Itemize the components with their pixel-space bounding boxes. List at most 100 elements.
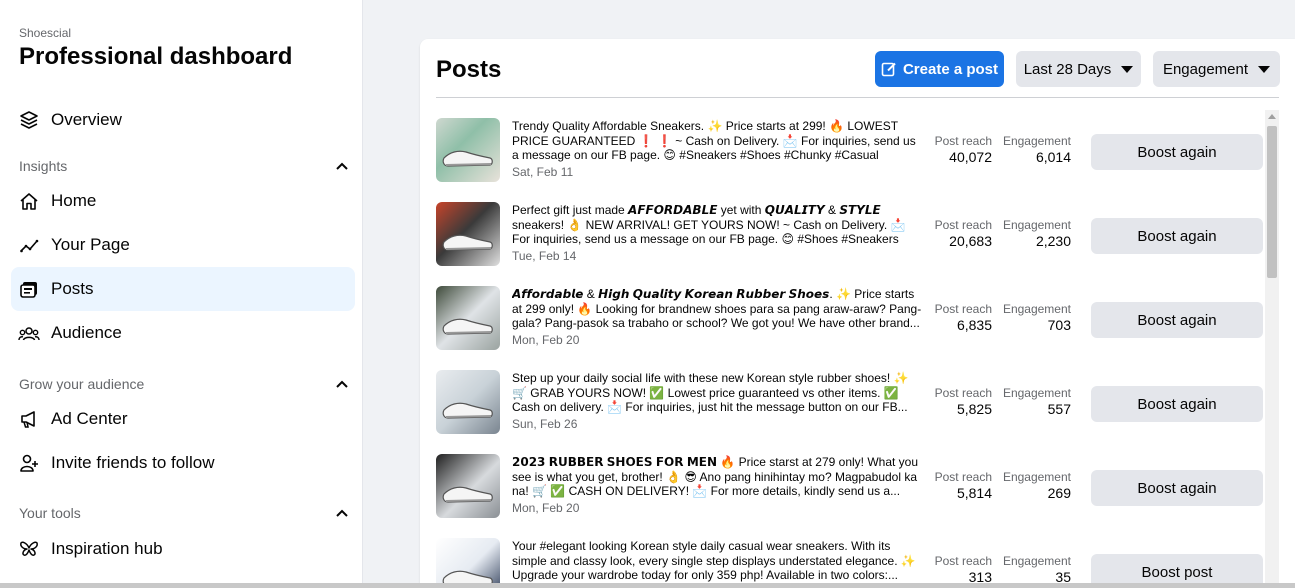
post-row[interactable]: Perfect gift just made 𝘼𝙁𝙁𝙊𝙍𝘿𝘼𝘽𝙇𝙀 yet wi… xyxy=(436,194,1264,278)
post-text[interactable]: 𝘼𝙛𝙛𝙤𝙧𝙙𝙖𝙗𝙡𝙚 & 𝙃𝙞𝙜𝙝 𝙌𝙪𝙖𝙡𝙞𝙩𝙮 𝙆𝙤𝙧𝙚𝙖𝙣 𝙍𝙪𝙗𝙗𝙚𝙧 … xyxy=(512,287,924,331)
post-reach-label: Post reach xyxy=(934,386,992,400)
engagement-label: Engagement xyxy=(1002,386,1071,400)
post-date: Tue, Feb 14 xyxy=(512,249,577,263)
date-range-label: Last 28 Days xyxy=(1023,60,1112,78)
engagement-value: 6,014 xyxy=(1035,149,1071,165)
post-thumbnail[interactable] xyxy=(436,202,500,266)
post-text[interactable]: Trendy Quality Affordable Sneakers. ✨ Pr… xyxy=(512,119,924,163)
sidebar-item-label: Inspiration hub xyxy=(51,539,163,558)
post-text[interactable]: Step up your daily social life with thes… xyxy=(512,371,924,415)
people-icon xyxy=(18,322,40,344)
boost-button[interactable]: Boost again xyxy=(1091,218,1263,254)
engagement-label: Engagement xyxy=(1002,218,1071,232)
shoe-image xyxy=(442,486,493,503)
sidebar-item-home[interactable]: Home xyxy=(11,179,355,223)
sidebar-item-overview[interactable]: Overview xyxy=(11,98,355,142)
trend-chart-icon xyxy=(18,234,40,256)
section-grow-audience: Grow your audience xyxy=(19,376,349,392)
section-label: Your tools xyxy=(19,505,81,521)
shoe-image xyxy=(442,570,493,587)
sidebar-item-posts[interactable]: Posts xyxy=(11,267,355,311)
scroll-up-arrow-icon[interactable] xyxy=(1268,114,1276,119)
post-reach: Post reach 313 xyxy=(935,554,992,585)
post-thumbnail[interactable] xyxy=(436,454,500,518)
megaphone-icon xyxy=(18,408,40,430)
boost-button[interactable]: Boost again xyxy=(1091,470,1263,506)
post-row[interactable]: Your #elegant looking Korean style daily… xyxy=(436,530,1264,588)
post-row[interactable]: 𝟮𝟬𝟮𝟯 𝗥𝗨𝗕𝗕𝗘𝗥 𝗦𝗛𝗢𝗘𝗦 𝗙𝗢𝗥 𝗠𝗘𝗡 🔥 Price starst… xyxy=(436,446,1264,530)
post-text[interactable]: 𝟮𝟬𝟮𝟯 𝗥𝗨𝗕𝗕𝗘𝗥 𝗦𝗛𝗢𝗘𝗦 𝗙𝗢𝗥 𝗠𝗘𝗡 🔥 Price starst… xyxy=(512,455,924,499)
post-reach-label: Post reach xyxy=(934,134,992,148)
post-row[interactable]: 𝘼𝙛𝙛𝙤𝙧𝙙𝙖𝙗𝙡𝙚 & 𝙃𝙞𝙜𝙝 𝙌𝙪𝙖𝙡𝙞𝙩𝙮 𝙆𝙤𝙧𝙚𝙖𝙣 𝙍𝙪𝙗𝙗𝙚𝙧 … xyxy=(436,278,1264,362)
post-reach-value: 6,835 xyxy=(956,317,992,333)
post-date: Sun, Feb 26 xyxy=(512,417,578,431)
sidebar-item-label: Home xyxy=(51,191,97,210)
boost-button[interactable]: Boost again xyxy=(1091,134,1263,170)
section-your-tools: Your tools xyxy=(19,505,349,521)
boost-button[interactable]: Boost again xyxy=(1091,302,1263,338)
create-post-label: Create a post xyxy=(902,60,999,78)
create-post-button[interactable]: Create a post xyxy=(875,51,1004,87)
sidebar-item-invite-friends[interactable]: Invite friends to follow xyxy=(11,441,355,485)
sidebar-item-label: Overview xyxy=(51,110,122,129)
page-title: Posts xyxy=(436,56,502,83)
engagement-value: 703 xyxy=(1047,317,1071,333)
sidebar-item-label: Ad Center xyxy=(51,409,128,428)
chevron-up-icon[interactable] xyxy=(335,159,349,173)
engagement-value: 2,230 xyxy=(1035,233,1071,249)
engagement-label: Engagement xyxy=(1002,302,1071,316)
divider xyxy=(436,97,1279,98)
post-reach: Post reach 40,072 xyxy=(935,134,992,165)
page-name: Shoescial xyxy=(19,26,72,40)
post-engagement: Engagement 269 xyxy=(1003,470,1071,501)
boost-button[interactable]: Boost again xyxy=(1091,386,1263,422)
post-reach-value: 5,825 xyxy=(956,401,992,417)
shoe-image xyxy=(442,402,493,419)
post-engagement: Engagement 703 xyxy=(1003,302,1071,333)
post-date: Mon, Feb 20 xyxy=(512,333,580,347)
engagement-label: Engagement xyxy=(1002,134,1071,148)
edit-icon xyxy=(881,61,897,77)
post-row[interactable]: Step up your daily social life with thes… xyxy=(436,362,1264,446)
post-text[interactable]: Perfect gift just made 𝘼𝙁𝙁𝙊𝙍𝘿𝘼𝘽𝙇𝙀 yet wi… xyxy=(512,203,924,247)
post-reach: Post reach 20,683 xyxy=(935,218,992,249)
caret-down-icon xyxy=(1121,65,1134,73)
chevron-up-icon[interactable] xyxy=(335,506,349,520)
post-engagement: Engagement 557 xyxy=(1003,386,1071,417)
post-reach-value: 20,683 xyxy=(949,233,992,249)
post-thumbnail[interactable] xyxy=(436,118,500,182)
section-label: Insights xyxy=(19,158,68,174)
post-thumbnail[interactable] xyxy=(436,370,500,434)
section-insights: Insights xyxy=(19,158,349,174)
post-thumbnail[interactable] xyxy=(436,286,500,350)
post-reach-label: Post reach xyxy=(934,554,992,568)
sidebar-item-inspiration-hub[interactable]: Inspiration hub xyxy=(11,527,355,571)
scrollbar[interactable] xyxy=(1265,110,1279,588)
post-reach-label: Post reach xyxy=(934,470,992,484)
engagement-value: 557 xyxy=(1047,401,1071,417)
post-text[interactable]: Your #elegant looking Korean style daily… xyxy=(512,539,924,583)
scrollbar-thumb[interactable] xyxy=(1267,126,1277,278)
date-range-dropdown[interactable]: Last 28 Days xyxy=(1016,51,1141,87)
sidebar-item-your-page[interactable]: Your Page xyxy=(11,223,355,267)
horizontal-scrollbar[interactable] xyxy=(0,583,1295,588)
engagement-value: 269 xyxy=(1047,485,1071,501)
post-thumbnail[interactable] xyxy=(436,538,500,588)
sidebar-item-ad-center[interactable]: Ad Center xyxy=(11,397,355,441)
chevron-up-icon[interactable] xyxy=(335,377,349,391)
posts-icon xyxy=(18,278,40,300)
posts-card: Posts Create a post Last 28 Days Engagem… xyxy=(420,39,1295,588)
sort-label: Engagement xyxy=(1162,60,1249,78)
sort-dropdown[interactable]: Engagement xyxy=(1153,51,1280,87)
shoe-image xyxy=(442,234,493,251)
post-engagement: Engagement 35 xyxy=(1003,554,1071,585)
sidebar-item-label: Invite friends to follow xyxy=(51,453,215,472)
post-reach-value: 5,814 xyxy=(956,485,992,501)
post-engagement: Engagement 2,230 xyxy=(1003,218,1071,249)
post-reach: Post reach 5,814 xyxy=(935,470,992,501)
add-person-icon xyxy=(18,452,40,474)
post-date: Sat, Feb 11 xyxy=(512,165,574,179)
post-row[interactable]: Trendy Quality Affordable Sneakers. ✨ Pr… xyxy=(436,110,1264,194)
sidebar-item-label: Your Page xyxy=(51,235,130,254)
sidebar-item-audience[interactable]: Audience xyxy=(11,311,355,355)
